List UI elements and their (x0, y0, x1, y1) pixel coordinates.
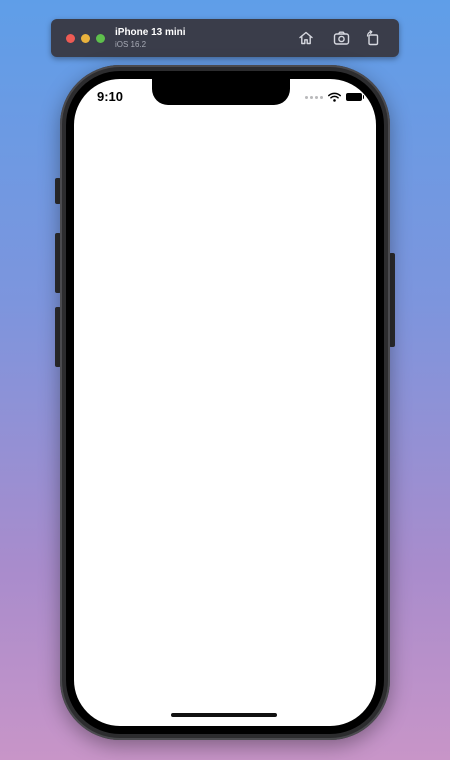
os-version: iOS 16.2 (115, 40, 147, 49)
cellular-signal-icon (305, 95, 323, 99)
wifi-icon (328, 92, 341, 102)
device-name: iPhone 13 mini (115, 27, 186, 38)
simulator-toolbar: iPhone 13 mini iOS 16.2 (51, 19, 399, 57)
status-bar-time: 9:10 (97, 89, 124, 104)
rotate-icon (366, 30, 379, 46)
battery-icon (346, 93, 364, 101)
phone-frame: 9:10 (60, 65, 390, 740)
fullscreen-window-button[interactable] (96, 34, 105, 43)
home-icon (299, 31, 313, 45)
rotate-button[interactable] (364, 29, 382, 47)
camera-icon (333, 31, 349, 45)
close-window-button[interactable] (66, 34, 75, 43)
phone-screen[interactable]: 9:10 (74, 79, 376, 726)
screenshot-button[interactable] (332, 29, 350, 47)
minimize-window-button[interactable] (81, 34, 90, 43)
home-indicator[interactable] (171, 713, 277, 717)
home-button[interactable] (297, 29, 315, 47)
status-bar-icons (305, 92, 364, 102)
notch (152, 79, 290, 105)
